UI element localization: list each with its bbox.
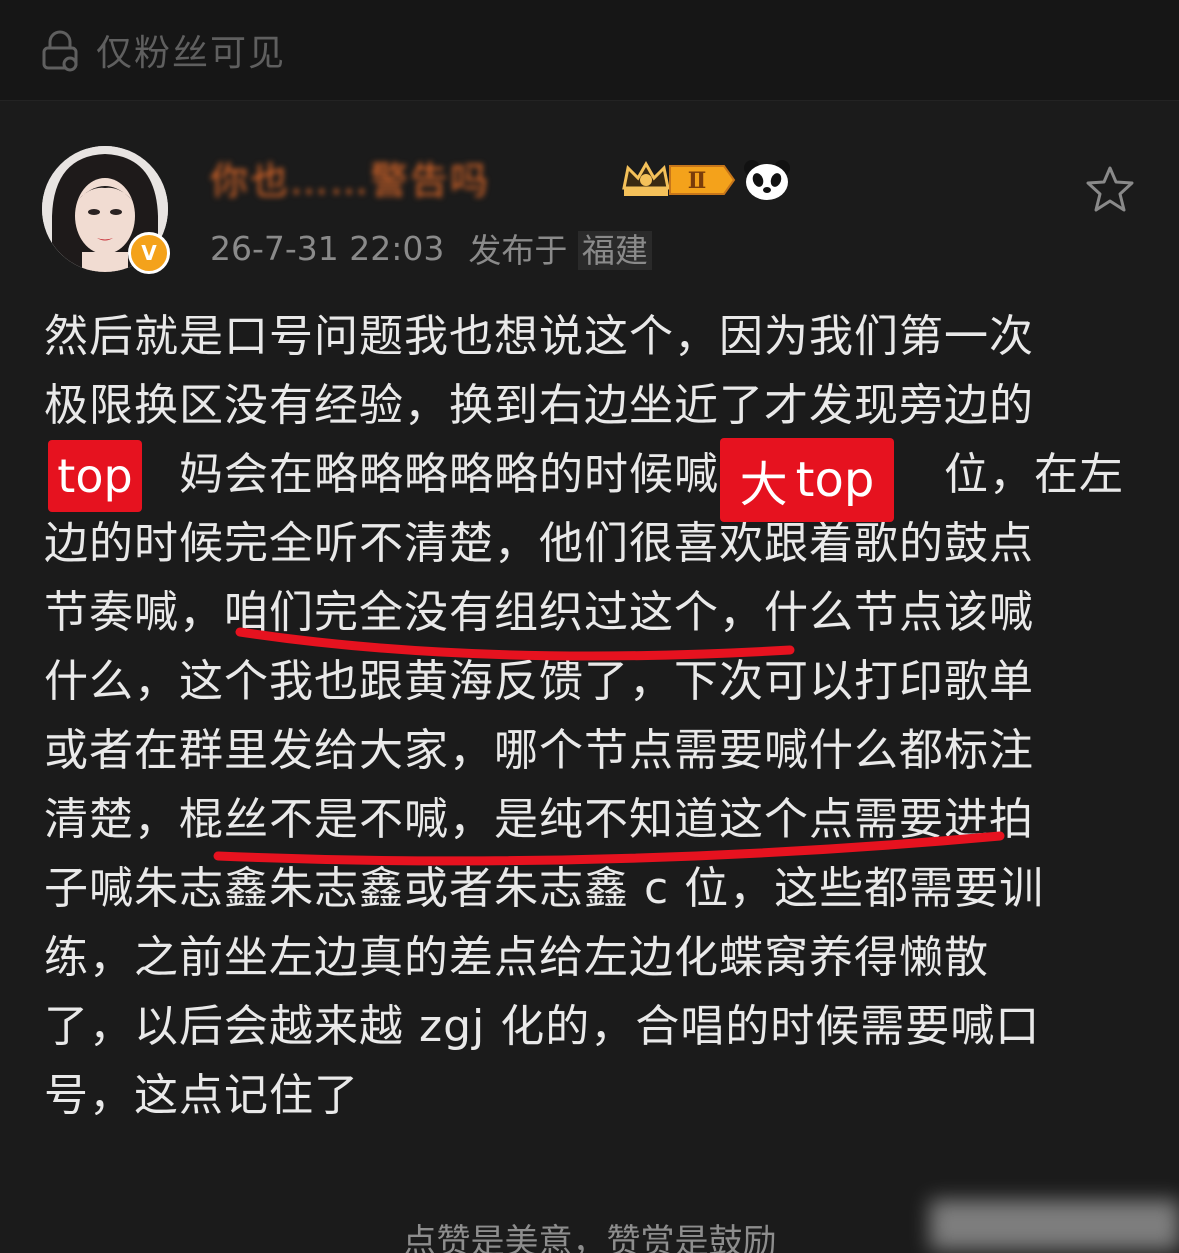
visibility-bar: 仅粉丝可见 [0, 0, 1179, 101]
lock-icon [42, 30, 78, 72]
post-line: 节奏喊，咱们完全没有组织过这个，什么节点该喊 [44, 587, 1034, 638]
post-location: 福建 [577, 231, 652, 270]
redaction-tag-text: top [795, 452, 875, 508]
post-line: 什么，这个我也跟黄海反馈了，下次可以打印歌单 [44, 656, 1034, 707]
username[interactable]: 你也……警告吗 [210, 150, 490, 205]
badge-level: Ⅱ [688, 168, 707, 194]
post-line: 边的时候完全听不清楚，他们很喜欢跟着歌的鼓点 [44, 518, 1034, 569]
location-prefix: 发布于 [468, 231, 568, 270]
post-page: 仅粉丝可见 V 你也……警告吗 Ⅱ 26-7-31 22:03 发布于 福建 然… [0, 0, 1179, 1253]
crown-badge-icon[interactable]: Ⅱ [620, 158, 738, 206]
post-line: 然后就是口号问题我也想说这个，因为我们第一次 [44, 311, 1034, 362]
post-line: 号，这点记住了 [44, 1070, 359, 1121]
post-line: 妈会在略略略略略的时候喊 位，在左 [44, 449, 1124, 500]
post-line: 或者在群里发给大家，哪个节点需要喊什么都标注 [44, 725, 1034, 776]
redaction-tag-top: top [48, 440, 142, 512]
post-meta: 26-7-31 22:03 发布于 福建 [210, 224, 652, 272]
watermark-smear [930, 1200, 1179, 1250]
post-body: 然后就是口号问题我也想说这个，因为我们第一次 极限换区没有经验，换到右边坐近了才… [44, 302, 1124, 1130]
post-line: 子喊朱志鑫朱志鑫或者朱志鑫 c 位，这些都需要训 [44, 863, 1045, 914]
post-line: 清楚，棍丝不是不喊，是纯不知道这个点需要进拍 [44, 794, 1034, 845]
panda-icon [742, 158, 792, 206]
post-line: 极限换区没有经验，换到右边坐近了才发现旁边的 [44, 380, 1034, 431]
post-timestamp: 26-7-31 22:03 [210, 228, 445, 268]
post-line: 了，以后会越来越 zgj 化的，合唱的时候需要喊口 [44, 1001, 1041, 1052]
favorite-star-icon[interactable] [1084, 164, 1136, 218]
visibility-indicator: 仅粉丝可见 [38, 24, 286, 76]
redaction-tag-prefix: 大 [739, 457, 788, 513]
post-line: 练，之前坐左边真的差点给左边化蝶窝养得懒散 [44, 932, 989, 983]
redaction-tag-big-top: 大 top [720, 438, 894, 522]
visibility-label: 仅粉丝可见 [96, 33, 287, 74]
verified-badge: V [128, 232, 170, 274]
post-location-group: 发布于 福建 [468, 224, 652, 272]
redaction-tag-text: top [57, 449, 133, 503]
verified-v-icon: V [141, 241, 157, 265]
